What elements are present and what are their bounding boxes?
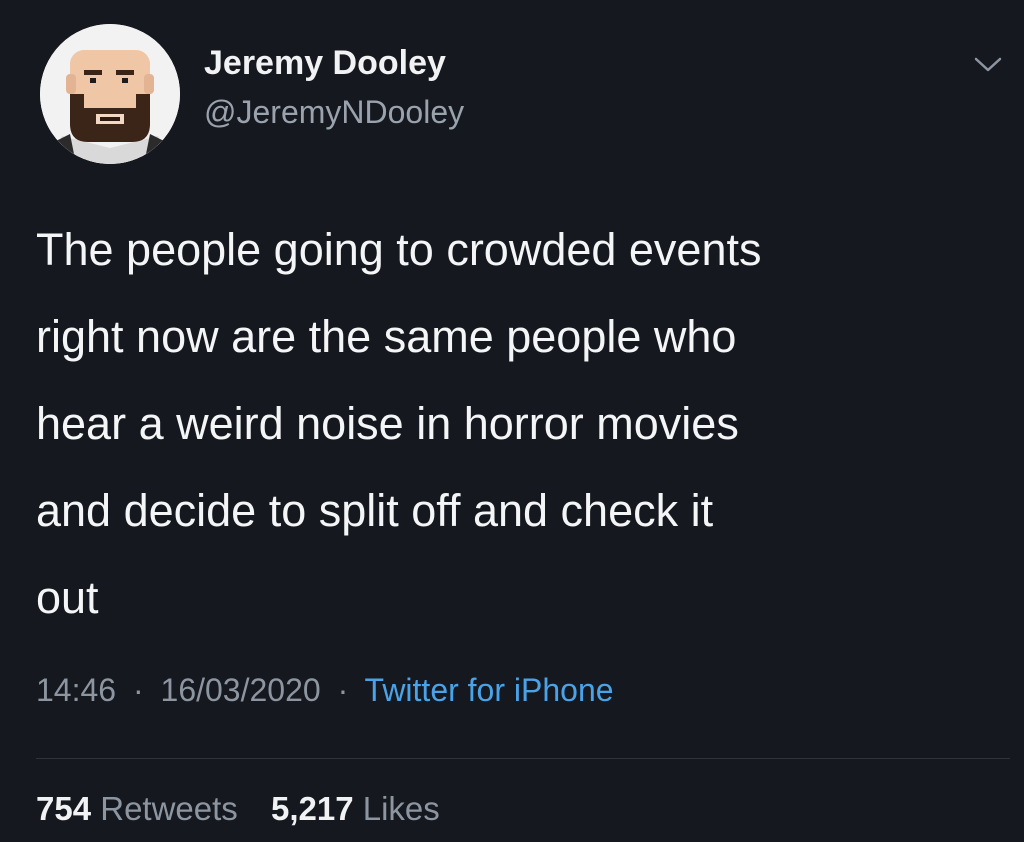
tweet-text-line: right now are the same people who bbox=[36, 311, 737, 362]
tweet-text: The people going to crowded events right… bbox=[36, 206, 1011, 641]
retweets-count: 754 bbox=[36, 790, 92, 827]
meta-separator: · bbox=[337, 672, 349, 708]
tweet-text-line: out bbox=[36, 572, 99, 623]
tweet-meta: 14:46 · 16/03/2020 · Twitter for iPhone bbox=[36, 672, 614, 709]
likes-count: 5,217 bbox=[270, 790, 354, 827]
meta-separator: · bbox=[132, 672, 144, 708]
tweet-text-line: The people going to crowded events bbox=[36, 224, 762, 275]
author-name[interactable]: Jeremy Dooley bbox=[204, 44, 446, 83]
tweet-time[interactable]: 14:46 bbox=[36, 672, 116, 708]
tweet-text-line: and decide to split off and check it bbox=[36, 485, 714, 536]
tweet-text-line: hear a weird noise in horror movies bbox=[36, 398, 739, 449]
tweet-stats: 754 Retweets 5,217 Likes bbox=[36, 790, 464, 828]
author-handle[interactable]: @JeremyNDooley bbox=[204, 94, 464, 131]
tweet-source-link[interactable]: Twitter for iPhone bbox=[365, 672, 614, 708]
likes-label: Likes bbox=[362, 790, 440, 827]
divider bbox=[36, 758, 1010, 759]
bearded-man-avatar-icon bbox=[40, 24, 180, 164]
retweets-stat[interactable]: 754 Retweets bbox=[36, 790, 247, 827]
avatar[interactable] bbox=[40, 24, 180, 164]
tweet-card: Jeremy Dooley @JeremyNDooley The people … bbox=[0, 0, 1024, 842]
likes-stat[interactable]: 5,217 Likes bbox=[271, 790, 440, 827]
retweets-label: Retweets bbox=[100, 790, 238, 827]
tweet-date[interactable]: 16/03/2020 bbox=[161, 672, 321, 708]
chevron-down-icon bbox=[974, 57, 1002, 72]
tweet-menu-button[interactable] bbox=[970, 52, 1006, 76]
